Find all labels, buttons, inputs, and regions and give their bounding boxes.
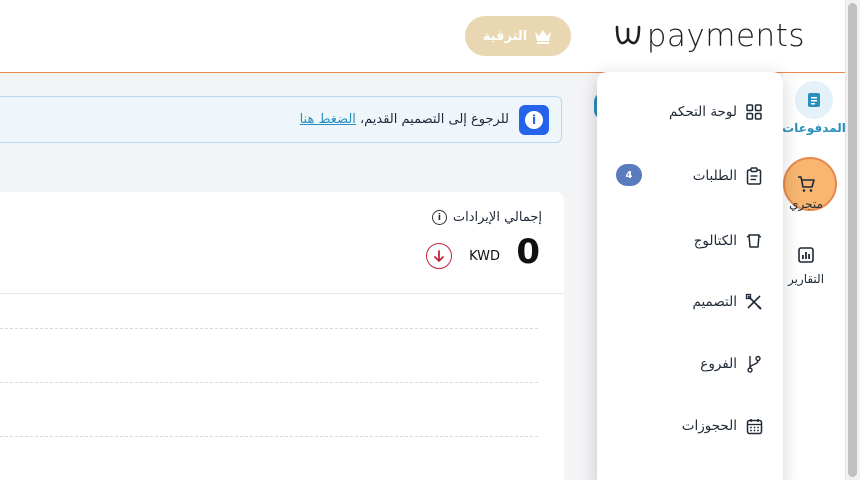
trend-down-icon	[426, 243, 452, 269]
chart-grid-line	[0, 382, 538, 383]
sidebar-item-payments[interactable]: المدفوعات	[782, 81, 846, 135]
upgrade-label: الترقية	[482, 28, 528, 44]
info-icon: i	[519, 104, 549, 135]
sidebar-item-my-store[interactable]: متجري	[775, 165, 837, 211]
sidebar-item-reports[interactable]: التقارير	[775, 236, 837, 286]
grid-icon	[745, 103, 763, 121]
menu-item-branches[interactable]: الفروع	[597, 344, 783, 384]
store-dropdown-menu: لوحة التحكم الطلبات 4 الكتالوج التصميم ا…	[597, 72, 783, 480]
logo-text: payments	[646, 17, 805, 54]
menu-item-dashboard[interactable]: لوحة التحكم	[597, 92, 783, 132]
menu-item-design[interactable]: التصميم	[597, 282, 783, 322]
payments-doc-icon	[795, 81, 833, 119]
revenue-currency: KWD	[469, 249, 500, 264]
menu-item-label: الكتالوج	[693, 233, 737, 249]
branch-icon	[745, 355, 763, 373]
top-header: payments الترقية	[0, 0, 845, 73]
menu-item-catalog[interactable]: الكتالوج	[597, 221, 783, 261]
menu-item-label: الفروع	[700, 356, 737, 372]
menu-item-label: لوحة التحكم	[668, 104, 737, 120]
catalog-icon	[745, 232, 763, 250]
bar-chart-icon	[787, 236, 825, 274]
clipboard-icon	[745, 167, 763, 185]
menu-item-label: الطلبات	[692, 168, 737, 184]
vertical-scrollbar[interactable]	[845, 0, 860, 480]
sidebar-label: المدفوعات	[782, 121, 846, 135]
scrollbar-thumb[interactable]	[848, 3, 857, 477]
card-divider	[0, 293, 564, 294]
brand-logo[interactable]: payments	[613, 18, 805, 54]
revenue-value: 0	[516, 232, 540, 272]
calendar-icon	[745, 417, 763, 435]
crown-icon	[535, 30, 552, 44]
chart-grid-line	[0, 328, 538, 329]
logo-mark-icon	[615, 25, 641, 45]
revenue-title-row: إجمالي الإيرادات i	[431, 210, 542, 225]
revenue-title: إجمالي الإيرادات	[452, 210, 542, 225]
info-banner: i للرجوع إلى التصميم القديم، الضغط هنا	[0, 96, 562, 143]
menu-item-label: الحجوزات	[681, 418, 737, 434]
orders-count-badge: 4	[616, 164, 642, 186]
menu-item-bookings[interactable]: الحجوزات	[597, 406, 783, 446]
banner-text: للرجوع إلى التصميم القديم،	[359, 112, 509, 127]
design-tools-icon	[745, 293, 763, 311]
chart-grid-line	[0, 436, 538, 437]
revenue-card: إجمالي الإيرادات i 0 KWD	[0, 192, 564, 480]
sidebar-label: التقارير	[787, 272, 825, 286]
revenue-info-icon[interactable]: i	[431, 210, 447, 225]
upgrade-button[interactable]: الترقية	[465, 16, 571, 56]
sidebar-label: متجري	[789, 197, 823, 211]
old-design-link[interactable]: الضغط هنا	[300, 112, 356, 127]
menu-item-label: التصميم	[692, 294, 737, 310]
